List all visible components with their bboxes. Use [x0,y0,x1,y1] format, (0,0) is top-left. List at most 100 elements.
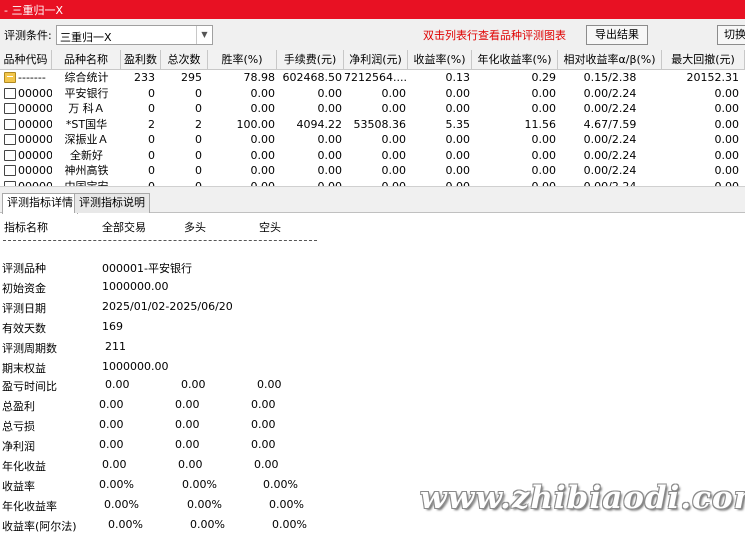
cell-win-count: 0 [148,86,155,100]
tab-indicator-details[interactable]: 评测指标详情 [2,193,78,214]
detail-value-short: 0.00 [254,458,279,471]
cell-win-count: 0 [148,164,155,177]
detail-value: 211 [105,340,126,353]
cell-name: *ST国华 [65,117,108,131]
switch-button[interactable]: 切换 [717,25,745,45]
cell-net-profit: 0.00 [381,179,407,187]
column-header-relative-return[interactable]: 相对收益率α/β(%) [558,50,662,70]
table-row[interactable]: 000001 平安银行 0 0 0.00 0.00 0.00 0.00 0.00 0.00/2.2… [0,86,745,102]
condition-value: 三重归一X [60,31,112,44]
cell-net-profit: 0.00 [381,102,407,115]
cell-win-rate: 0.00 [250,86,276,100]
cell-annual-return: 0.00 [531,179,557,187]
detail-label: 盈亏时间比 [2,380,57,393]
cell-win-rate: 78.98 [243,71,276,84]
table-row[interactable]: ------- 综合统计 233 295 78.98 602468.50 7212564..… [0,70,745,86]
column-header-total-count[interactable]: 总次数 [161,50,208,70]
cell-win-count: 2 [148,117,155,131]
cell-relative-return: 0.00/2.24 [583,86,637,100]
cell-annual-return: 0.00 [531,148,557,162]
table-row[interactable]: 000002 万 科Ａ 0 0 0.00 0.00 0.00 0.00 0.00 0.00/2.2… [0,101,745,117]
detail-value-short: 0.00 [251,398,276,411]
detail-label: 有效天数 [2,322,46,335]
column-header-win-rate[interactable]: 胜率(%) [208,50,277,70]
results-table[interactable]: 品种代码 品种名称 盈利数 总次数 胜率(%) 手续费(元) 净利润(元) 收益率(%) 年化收… [0,50,745,186]
tab-indicator-description[interactable]: 评测指标说明 [74,193,150,213]
column-header-code[interactable]: 品种代码 [0,50,52,70]
cell-annual-return: 0.29 [531,71,557,84]
cell-win-count: 0 [148,102,155,115]
cell-return-rate: 0.13 [445,71,471,84]
cell-relative-return: 0.00/2.24 [583,164,637,177]
detail-value-short: 0.00 [251,418,276,431]
detail-label: 期末权益 [2,362,46,375]
chevron-down-icon[interactable]: ▼ [196,26,212,44]
cell-name: 深振业Ａ [64,133,109,146]
cell-max-drawdown: 0.00 [714,179,740,187]
table-row[interactable]: 000007 全新好 0 0 0.00 0.00 0.00 0.00 0.00 0.00/2.24… [0,148,745,164]
cell-win-rate: 100.00 [236,117,276,131]
table-row[interactable]: 000008 神州高铁 0 0 0.00 0.00 0.00 0.00 0.00 0.00/2.2… [0,163,745,179]
cell-name: 综合统计 [64,71,109,84]
column-header-annual-return[interactable]: 年化收益率(%) [472,50,558,70]
title-bar: - 三重归一X [0,0,745,19]
cell-total-count: 0 [195,86,202,100]
cell-code: 000004 [18,117,52,131]
cell-max-drawdown: 0.00 [714,102,740,115]
document-icon [4,87,16,99]
table-header: 品种代码 品种名称 盈利数 总次数 胜率(%) 手续费(元) 净利润(元) 收益率(%) 年化收… [0,50,745,70]
detail-header: 多头 [184,221,206,234]
condition-select[interactable]: 三重归一X ▼ [56,25,213,45]
cell-return-rate: 5.35 [445,117,471,131]
cell-win-rate: 0.00 [250,179,276,187]
cell-name: 全新好 [70,148,103,162]
cell-total-count: 0 [195,148,202,162]
detail-value-all: 0.00 [99,398,124,411]
detail-value-long: 0.00 [178,458,203,471]
cell-fee: 0.00 [317,102,343,115]
column-header-net-profit[interactable]: 净利润(元) [344,50,408,70]
cell-max-drawdown: 0.00 [714,117,740,131]
column-header-max-drawdown[interactable]: 最大回撤(元) [662,50,745,70]
export-button[interactable]: 导出结果 [586,25,648,45]
divider [3,240,317,241]
table-row[interactable]: 000004 *ST国华 2 2 100.00 4094.22 53508.36 5.35 11… [0,117,745,133]
cell-net-profit: 7212564.... [344,71,406,84]
table-row[interactable]: 000009 中国宝安 0 0 0.00 0.00 0.00 0.00 0.00 0.00/2.2… [0,179,745,187]
table-row[interactable]: 000006 深振业Ａ 0 0 0.00 0.00 0.00 0.00 0.00 0.00/2.2… [0,132,745,148]
cell-code: 000006 [18,133,52,146]
cell-total-count: 0 [195,179,202,187]
cell-win-rate: 0.00 [250,102,276,115]
document-icon [4,134,16,145]
detail-value: 000001-平安银行 [102,262,192,275]
cell-relative-return: 0.00/2.24 [583,102,637,115]
detail-value-short: 0.00% [263,478,298,491]
column-header-return-rate[interactable]: 收益率(%) [408,50,472,70]
column-header-win-count[interactable]: 盈利数 [121,50,161,70]
cell-win-count: 0 [148,133,155,146]
hint-text: 双击列表行查看品种评测图表 [423,29,566,42]
detail-header: 空头 [259,221,281,234]
cell-net-profit: 0.00 [381,164,407,177]
column-header-fee[interactable]: 手续费(元) [277,50,344,70]
cell-max-drawdown: 20152.31 [686,71,740,84]
cell-code: 000009 [18,179,52,187]
detail-label: 初始资金 [2,282,46,295]
detail-value-short: 0.00 [251,438,276,451]
cell-name: 万 科Ａ [68,102,105,115]
document-icon [4,118,16,130]
cell-relative-return: 4.67/7.59 [583,117,637,131]
cell-fee: 0.00 [317,86,343,100]
cell-return-rate: 0.00 [445,133,471,146]
document-icon [4,165,16,176]
column-header-name[interactable]: 品种名称 [52,50,121,70]
cell-fee: 0.00 [317,164,343,177]
detail-label: 收益率(阿尔法) [2,520,77,533]
cell-fee: 4094.22 [296,117,343,131]
detail-header: 指标名称 [4,221,48,234]
cell-return-rate: 0.00 [445,86,471,100]
cell-code: 000002 [18,102,52,115]
cell-relative-return: 0.00/2.24 [583,179,637,187]
window-title: - 三重归一X [4,4,64,17]
cell-max-drawdown: 0.00 [714,133,740,146]
